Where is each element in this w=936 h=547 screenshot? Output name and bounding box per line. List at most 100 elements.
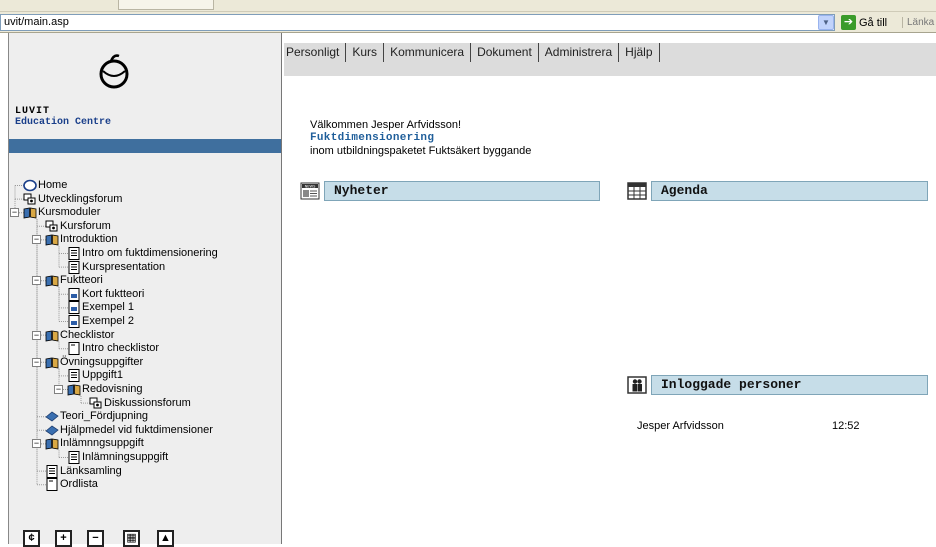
tree-collapse-toggle-icon[interactable]: − xyxy=(32,235,41,245)
luvit-logo-icon xyxy=(99,54,129,89)
tree-item-checklistor[interactable]: Checklistor xyxy=(45,329,114,342)
tree-item-label: Exempel 2 xyxy=(82,315,134,327)
tree-collapse-toggle-icon[interactable]: − xyxy=(32,276,41,286)
users-online-icon xyxy=(627,376,647,394)
tree-item-kort-fuktteori[interactable]: Kort fuktteori xyxy=(67,287,145,301)
tree-item-introduktion[interactable]: Introduktion xyxy=(45,233,117,246)
tree-item-label: Teori_Fördjupning xyxy=(60,410,149,423)
tree-item-label: Fuktteori xyxy=(60,274,103,287)
tree-item-inlämningsuppgift[interactable]: Inlämningsuppgift xyxy=(67,451,168,464)
tree-item-länksamling[interactable]: Länksamling xyxy=(45,464,122,478)
address-input[interactable]: uvit/main.asp xyxy=(0,14,835,31)
course-subtitle: inom utbildningspaketet Fuktsäkert bygga… xyxy=(310,145,532,157)
book-icon xyxy=(45,274,59,287)
online-user-time: 12:52 xyxy=(832,420,860,432)
address-bar: uvit/main.asp ▼ ➔ Gå till Länka xyxy=(0,12,936,33)
tree-item-label: Inlämningsuppgift xyxy=(82,451,169,463)
svg-text:NEWS: NEWS xyxy=(305,185,317,189)
tree-item-label: Kort fuktteori xyxy=(82,287,145,300)
tree-item-label: Diskussionsforum xyxy=(104,396,191,409)
expand-icon[interactable]: + xyxy=(55,530,72,547)
links-label[interactable]: Länka xyxy=(902,17,934,28)
news-header: Nyheter xyxy=(324,181,600,201)
window-icon[interactable]: ▦ xyxy=(123,530,140,547)
agenda-header: Agenda xyxy=(651,181,928,201)
tree-item-label: Exempel 1 xyxy=(82,301,134,314)
tree-item-uppgift1[interactable]: Uppgift1 xyxy=(67,369,123,383)
online-user-name[interactable]: Jesper Arfvidsson xyxy=(637,420,724,432)
book-icon xyxy=(67,383,81,396)
welcome-text: Välkommen Jesper Arfvidsson! xyxy=(310,119,462,131)
up-icon[interactable]: ▲ xyxy=(157,530,174,547)
address-dropdown-icon[interactable]: ▼ xyxy=(818,15,834,30)
tree-item-exempel-1[interactable]: Exempel 1 xyxy=(67,301,134,315)
tree-item-ordlista[interactable]: Ordlista xyxy=(45,478,98,492)
tree-item-kursforum[interactable]: Kursforum xyxy=(45,220,111,233)
html-page-icon xyxy=(67,287,81,301)
course-title: Fuktdimensionering xyxy=(310,132,435,144)
tree-collapse-toggle-icon[interactable]: − xyxy=(32,330,41,340)
online-users-header: Inloggade personer xyxy=(651,375,928,395)
forum-icon xyxy=(23,193,37,206)
tree-item-label: Övningsuppgifter xyxy=(60,355,144,368)
tree-item-label: Inlämnngsuppgift xyxy=(60,437,144,450)
logo-area: LUVIT Education Centre xyxy=(9,33,281,139)
logo-subtitle: Education Centre xyxy=(15,117,112,128)
tree-item-exempel-2[interactable]: Exempel 2 xyxy=(67,315,134,328)
tree-item-label: Intro om fuktdimensionering xyxy=(82,247,218,259)
book-icon xyxy=(45,437,59,450)
blank-page-icon xyxy=(67,342,81,356)
menu-item-administrera[interactable]: Administrera xyxy=(539,43,620,62)
tree-toolbar: ¢ + − ▦ ▲ xyxy=(9,514,281,547)
go-arrow-icon: ➔ xyxy=(841,15,856,30)
book-icon xyxy=(45,233,59,246)
tree-collapse-toggle-icon[interactable]: − xyxy=(32,439,41,449)
book-icon xyxy=(45,356,59,369)
tree-item-inlämnngsuppgift[interactable]: Inlämnngsuppgift xyxy=(45,437,144,450)
tree-item-label: Introduktion xyxy=(60,233,118,246)
tree-item-home[interactable]: Home xyxy=(23,179,67,192)
tree-item-hjälpmedel-vid-fuktdimensioner[interactable]: Hjälpmedel vid fuktdimensioner xyxy=(45,424,213,437)
tree-item-label: Uppgift1 xyxy=(82,369,123,382)
link-icon xyxy=(45,424,59,437)
sidebar-band xyxy=(9,139,281,153)
menu-item-kurs[interactable]: Kurs xyxy=(346,43,385,62)
html-page-icon xyxy=(67,301,81,315)
tree-item-label: Checklistor xyxy=(60,328,115,341)
tree-item-intro-checklistor[interactable]: Intro checklistor xyxy=(67,342,160,356)
main-menu: Personligt Kurs Kommunicera Dokument Adminis… xyxy=(284,43,936,62)
browser-tab[interactable] xyxy=(118,0,214,10)
tree-collapse-toggle-icon[interactable]: − xyxy=(10,208,19,218)
menu-item-hjälp[interactable]: Hjälp xyxy=(619,43,660,62)
tree-item-diskussionsforum[interactable]: Diskussionsforum xyxy=(89,397,191,410)
tree-item-fuktteori[interactable]: Fuktteori xyxy=(45,274,103,287)
tree-item-kursmoduler[interactable]: Kursmoduler xyxy=(23,206,100,219)
tree-item-kurspresentation[interactable]: Kurspresentation xyxy=(67,260,166,274)
tree-item-utvecklingsforum[interactable]: Utvecklingsforum xyxy=(23,193,122,206)
refresh-icon[interactable]: ¢ xyxy=(23,530,40,547)
document-icon xyxy=(67,247,81,260)
tree-item-label: Ordlista xyxy=(60,478,98,491)
tree-collapse-toggle-icon[interactable]: − xyxy=(54,385,63,394)
tree-item-intro-om-fuktdimensionering[interactable]: Intro om fuktdimensionering xyxy=(67,247,218,260)
tree-item-teori-fördjupning[interactable]: Teori_Fördjupning xyxy=(45,410,148,423)
tree-item-label: Utvecklingsforum xyxy=(38,192,123,205)
go-button[interactable]: ➔ Gå till xyxy=(839,14,897,31)
tree-collapse-toggle-icon[interactable]: − xyxy=(32,357,41,367)
left-navigation-frame: LUVIT Education Centre Home Utvecklingsfo… xyxy=(8,33,282,547)
book-icon xyxy=(45,329,59,342)
tree-item-label: Kursforum xyxy=(60,219,111,232)
menu-item-kommunicera[interactable]: Kommunicera xyxy=(384,43,472,62)
tree-item-label: Länksamling xyxy=(60,464,122,477)
browser-tab-strip xyxy=(0,0,936,12)
tree-item-label: Kurspresentation xyxy=(82,260,166,273)
tree-item-redovisning[interactable]: Redovisning xyxy=(67,383,143,396)
agenda-icon xyxy=(627,182,647,200)
menu-item-personligt[interactable]: Personligt xyxy=(284,43,347,62)
html-page-icon xyxy=(67,315,81,328)
home-icon xyxy=(23,179,37,192)
tree-item-övningsuppgifter[interactable]: Övningsuppgifter xyxy=(45,356,143,369)
tree-item-label: Intro checklistor xyxy=(82,342,160,355)
collapse-icon[interactable]: − xyxy=(87,530,104,547)
menu-item-dokument[interactable]: Dokument xyxy=(471,43,539,62)
